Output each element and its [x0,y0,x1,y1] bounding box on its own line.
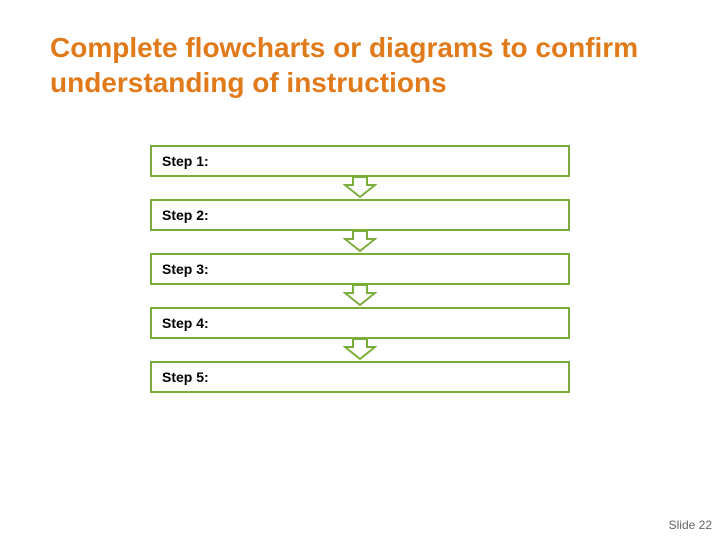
flow-arrow [150,285,570,307]
step-label: Step 4: [162,315,209,331]
step-box-2: Step 2: [150,199,570,231]
step-box-1: Step 1: [150,145,570,177]
slide-title: Complete flowcharts or diagrams to confi… [50,30,650,100]
flow-arrow [150,231,570,253]
slide-number: Slide 22 [669,518,712,532]
step-label: Step 1: [162,153,209,169]
down-arrow-icon [343,285,377,307]
flowchart: Step 1: Step 2: Step 3: Step 4: Step 5: [150,145,570,393]
step-label: Step 3: [162,261,209,277]
step-box-3: Step 3: [150,253,570,285]
step-label: Step 2: [162,207,209,223]
step-box-4: Step 4: [150,307,570,339]
step-box-5: Step 5: [150,361,570,393]
flow-arrow [150,339,570,361]
step-label: Step 5: [162,369,209,385]
down-arrow-icon [343,177,377,199]
flow-arrow [150,177,570,199]
down-arrow-icon [343,231,377,253]
down-arrow-icon [343,339,377,361]
